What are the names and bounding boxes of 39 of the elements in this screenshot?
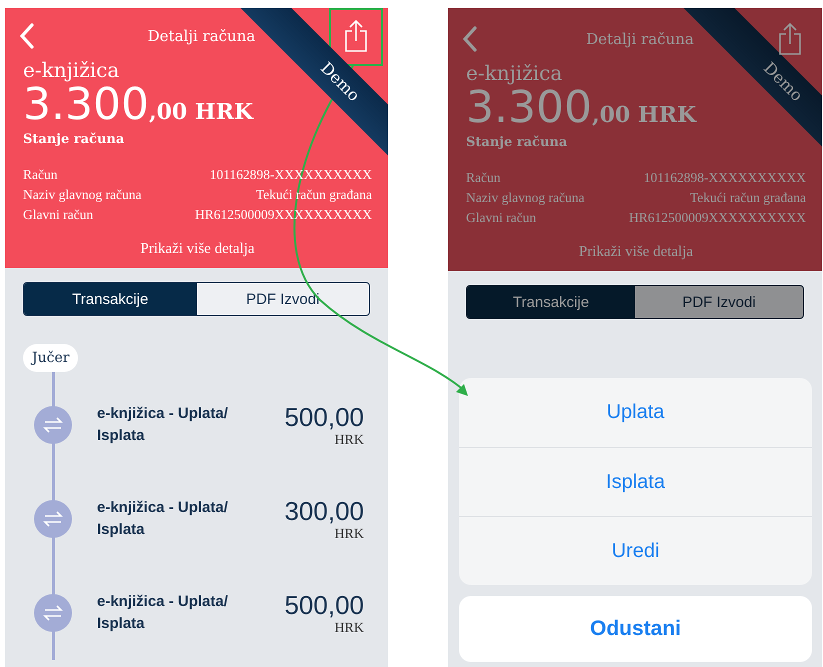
date-chip: Jučer (23, 344, 78, 372)
currency-label: HRK (334, 432, 364, 449)
detail-value: 101162898-XXXXXXXXXX (644, 169, 806, 188)
currency-label: HRK (334, 526, 364, 543)
detail-label: Naziv glavnog računa (466, 189, 584, 208)
segment-tab[interactable]: Transakcije (24, 283, 196, 316)
transaction-title: e-knjižica - Uplata/ Isplata (97, 404, 229, 446)
balance-label: Stanje računa (23, 132, 126, 148)
action-option[interactable]: Uredi (459, 516, 812, 585)
action-option[interactable]: Isplata (459, 447, 812, 516)
share-icon[interactable] (344, 19, 368, 53)
transaction-title: e-knjižica - Uplata/ Isplata (97, 592, 229, 634)
back-icon[interactable] (19, 23, 35, 49)
account-type: e-knjižica (466, 61, 562, 85)
more-details-link[interactable]: Prikaži više detalja (23, 241, 372, 258)
transaction-amount: 500,00 (284, 590, 364, 621)
action-option[interactable]: Uplata (459, 378, 812, 447)
transaction-title: e-knjižica - Uplata/ Isplata (97, 498, 229, 540)
screen-title: Detalji računa (585, 30, 695, 48)
transaction-amount: 500,00 (284, 402, 364, 433)
detail-label: Račun (23, 166, 58, 184)
detail-label: Glavni račun (466, 209, 536, 228)
detail-label: Glavni račun (23, 206, 94, 224)
more-details-link[interactable]: Prikaži više detalja (466, 244, 806, 262)
detail-value: HR612500009XXXXXXXXXX (629, 209, 806, 228)
detail-label: Račun (466, 169, 500, 188)
detail-label: Naziv glavnog računa (23, 186, 142, 204)
currency-label: HRK (334, 620, 364, 637)
balance-label: Stanje računa (466, 135, 568, 150)
segment-tab[interactable]: Transakcije (467, 286, 635, 318)
detail-value: Tekući račun građana (690, 189, 806, 208)
transaction-amount: 300,00 (284, 496, 364, 527)
back-icon[interactable] (462, 26, 478, 52)
cancel-button[interactable]: Odustani (459, 596, 812, 662)
segment-tab[interactable]: PDF Izvodi (635, 286, 803, 318)
screen-title: Detalji računa (146, 27, 256, 45)
segment-tab[interactable]: PDF Izvodi (196, 283, 369, 316)
share-icon[interactable] (778, 22, 802, 56)
account-type: e-knjižica (23, 58, 120, 82)
